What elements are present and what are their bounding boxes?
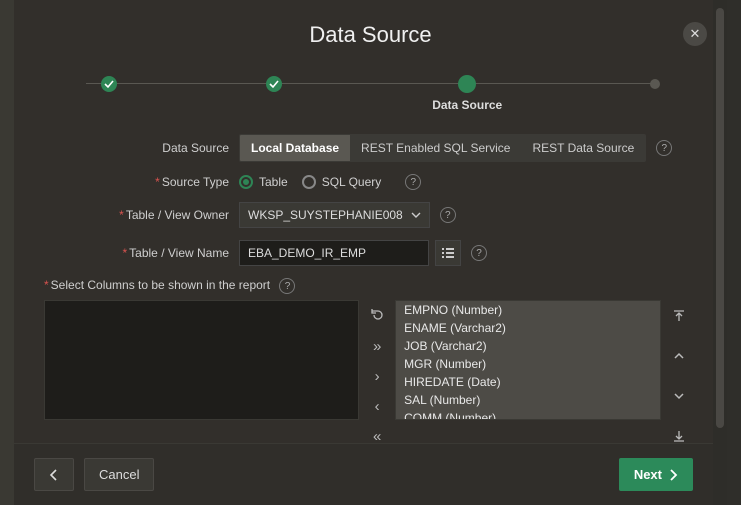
- progress-line: [86, 83, 655, 84]
- background-sliver: [0, 0, 14, 505]
- dialog-title: Data Source: [14, 0, 727, 48]
- radio-label-table: Table: [259, 175, 288, 189]
- row-data-source: Data Source Local Database REST Enabled …: [14, 134, 727, 162]
- input-table-name[interactable]: [239, 240, 429, 266]
- available-columns-list[interactable]: [44, 300, 359, 420]
- list-item[interactable]: MGR (Number): [396, 355, 660, 373]
- scrollbar[interactable]: [713, 0, 727, 505]
- chevron-left-icon: [49, 469, 59, 481]
- help-icon[interactable]: ?: [656, 140, 672, 156]
- move-up-button[interactable]: [667, 344, 691, 368]
- list-item[interactable]: JOB (Varchar2): [396, 337, 660, 355]
- move-left-button[interactable]: ‹: [365, 394, 389, 418]
- step-3-current-icon: [458, 75, 476, 93]
- list-icon: [441, 246, 455, 260]
- label-name: *Table / View Name: [14, 246, 239, 260]
- arrow-top-icon: [672, 309, 686, 323]
- list-item[interactable]: SAL (Number): [396, 391, 660, 409]
- step-4-future-icon: [650, 79, 660, 89]
- row-owner: *Table / View Owner WKSP_SUYSTEPHANIE008…: [14, 202, 727, 228]
- label-source-type: *Source Type: [14, 175, 239, 189]
- seg-local-database[interactable]: Local Database: [240, 135, 350, 161]
- seg-rest-sql[interactable]: REST Enabled SQL Service: [350, 135, 521, 161]
- list-item[interactable]: EMPNO (Number): [396, 301, 660, 319]
- chevron-down-icon: [673, 390, 685, 402]
- reset-button[interactable]: [365, 304, 389, 328]
- double-chevron-left-icon: «: [373, 428, 381, 445]
- double-chevron-right-icon: »: [373, 338, 381, 355]
- form-area: Data Source Local Database REST Enabled …: [14, 134, 727, 266]
- help-icon[interactable]: ?: [405, 174, 421, 190]
- move-all-right-button[interactable]: »: [365, 334, 389, 358]
- row-name: *Table / View Name ?: [14, 240, 727, 266]
- seg-rest-data-source[interactable]: REST Data Source: [521, 135, 645, 161]
- column-shuttle: » › ‹ « EMPNO (Number) ENAME (Varchar2) …: [44, 300, 697, 452]
- reset-icon: [369, 308, 385, 324]
- back-button[interactable]: [34, 458, 74, 491]
- segmented-data-source: Local Database REST Enabled SQL Service …: [239, 134, 646, 162]
- select-owner[interactable]: WKSP_SUYSTEPHANIE008: [239, 202, 430, 228]
- close-button[interactable]: ✕: [683, 22, 707, 46]
- chevron-left-icon: ‹: [375, 398, 380, 415]
- radio-sql-query[interactable]: SQL Query: [302, 175, 382, 189]
- dialog: Data Source ✕ Data Source Data Source Lo…: [14, 0, 727, 505]
- scrollbar-thumb[interactable]: [716, 8, 724, 428]
- row-source-type: *Source Type Table SQL Query ?: [14, 174, 727, 190]
- chevron-up-icon: [673, 350, 685, 362]
- radio-label-sql: SQL Query: [322, 175, 382, 189]
- radio-table[interactable]: Table: [239, 175, 288, 189]
- help-icon[interactable]: ?: [471, 245, 487, 261]
- move-buttons: » › ‹ «: [359, 300, 395, 452]
- chevron-right-icon: ›: [375, 368, 380, 385]
- help-icon[interactable]: ?: [279, 278, 295, 294]
- label-select-columns: *Select Columns to be shown in the repor…: [44, 278, 727, 294]
- list-item[interactable]: ENAME (Varchar2): [396, 319, 660, 337]
- wizard-progress: Data Source: [86, 76, 655, 106]
- next-button[interactable]: Next: [619, 458, 693, 491]
- list-item[interactable]: COMM (Number): [396, 409, 660, 420]
- current-step-label: Data Source: [432, 98, 502, 112]
- help-icon[interactable]: ?: [440, 207, 456, 223]
- move-top-button[interactable]: [667, 304, 691, 328]
- select-owner-value: WKSP_SUYSTEPHANIE008: [248, 208, 403, 222]
- order-buttons: [661, 300, 697, 452]
- move-down-button[interactable]: [667, 384, 691, 408]
- step-1-done-icon: [101, 76, 117, 92]
- radio-dot-icon: [302, 175, 316, 189]
- close-icon: ✕: [690, 26, 701, 42]
- list-picker-button[interactable]: [435, 240, 461, 266]
- move-right-button[interactable]: ›: [365, 364, 389, 388]
- arrow-bottom-icon: [672, 429, 686, 443]
- chevron-down-icon: [411, 210, 421, 220]
- radio-dot-selected-icon: [239, 175, 253, 189]
- list-item[interactable]: HIREDATE (Date): [396, 373, 660, 391]
- selected-columns-list[interactable]: EMPNO (Number) ENAME (Varchar2) JOB (Var…: [395, 300, 661, 420]
- chevron-right-icon: [668, 469, 678, 481]
- label-owner: *Table / View Owner: [14, 208, 239, 222]
- dialog-footer: Cancel Next: [14, 443, 713, 505]
- label-data-source: Data Source: [14, 141, 239, 155]
- step-2-done-icon: [266, 76, 282, 92]
- cancel-button[interactable]: Cancel: [84, 458, 154, 491]
